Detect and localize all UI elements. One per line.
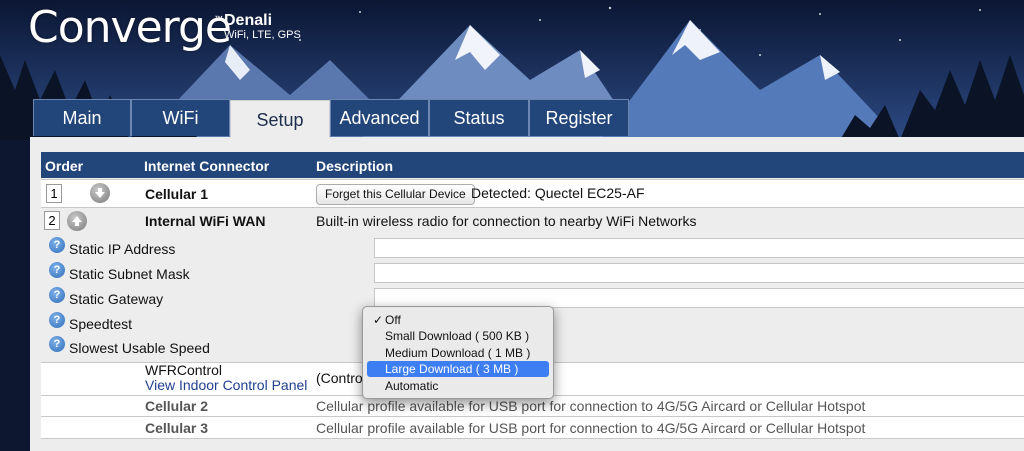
help-icon[interactable]: ? [49,262,65,278]
brand-subtitle: WiFi, LTE, GPS [224,29,301,41]
speedtest-option-small[interactable]: Small Download ( 500 KB ) [367,328,549,344]
connector-name: Cellular 2 [145,398,209,414]
header-description: Description [316,158,394,174]
checkmark-icon: ✓ [373,313,384,327]
connector-name: Cellular 1 [145,186,209,202]
help-icon[interactable]: ? [49,312,65,328]
header-order: Order [45,158,84,174]
help-icon[interactable]: ? [49,237,65,253]
help-icon[interactable]: ? [49,336,65,352]
speedtest-option-off[interactable]: ✓ Off [367,312,549,328]
tab-wifi[interactable]: WiFi [131,99,230,136]
indoor-control-panel-link[interactable]: View Indoor Control Panel [145,377,307,393]
connector-description: Cellular profile available for USB port … [316,398,866,414]
connector-description: Detected: Quectel EC25-AF [471,185,645,201]
field-label: Static Gateway [69,291,164,307]
wfr-name: WFRControl [145,362,223,378]
field-label: Static Subnet Mask [69,266,190,282]
speedtest-option-medium[interactable]: Medium Download ( 1 MB ) [367,345,549,361]
speedtest-dropdown-menu[interactable]: ✓ Off Small Download ( 500 KB ) Medium D… [362,306,554,399]
arrow-down-icon[interactable] [90,183,110,203]
tab-register[interactable]: Register [529,99,629,136]
connector-name: Internal WiFi WAN [145,213,266,229]
wfr-description: (Control [316,370,366,386]
speedtest-option-large[interactable]: Large Download ( 3 MB ) [367,361,549,377]
brand-name: Converge [28,2,232,53]
static-ip-input[interactable] [374,238,1024,258]
connector-description: Cellular profile available for USB port … [316,420,866,436]
arrow-up-icon[interactable] [67,211,87,231]
brand-model: Denali [224,12,273,29]
help-icon[interactable]: ? [49,287,65,303]
order-input[interactable]: 2 [44,211,60,230]
gateway-input[interactable] [374,288,1024,308]
subnet-mask-input[interactable] [374,263,1024,283]
option-label: Off [385,313,401,327]
field-label: Static IP Address [69,241,176,257]
tab-status[interactable]: Status [429,99,529,136]
tab-setup[interactable]: Setup [230,100,330,140]
field-label: Speedtest [69,316,133,332]
header-connector: Internet Connector [144,158,270,174]
field-label: Slowest Usable Speed [69,340,210,356]
connector-name: Cellular 3 [145,420,209,436]
speedtest-option-automatic[interactable]: Automatic [367,378,549,394]
connector-description: Built-in wireless radio for connection t… [316,213,697,229]
forget-cellular-button[interactable]: Forget this Cellular Device [316,184,475,205]
tab-advanced[interactable]: Advanced [330,99,429,136]
order-input[interactable]: 1 [46,184,62,203]
connector-table-header: Order Internet Connector Description [41,152,1024,178]
tab-main[interactable]: Main [33,99,131,136]
trademark-symbol: ™ [214,14,223,24]
